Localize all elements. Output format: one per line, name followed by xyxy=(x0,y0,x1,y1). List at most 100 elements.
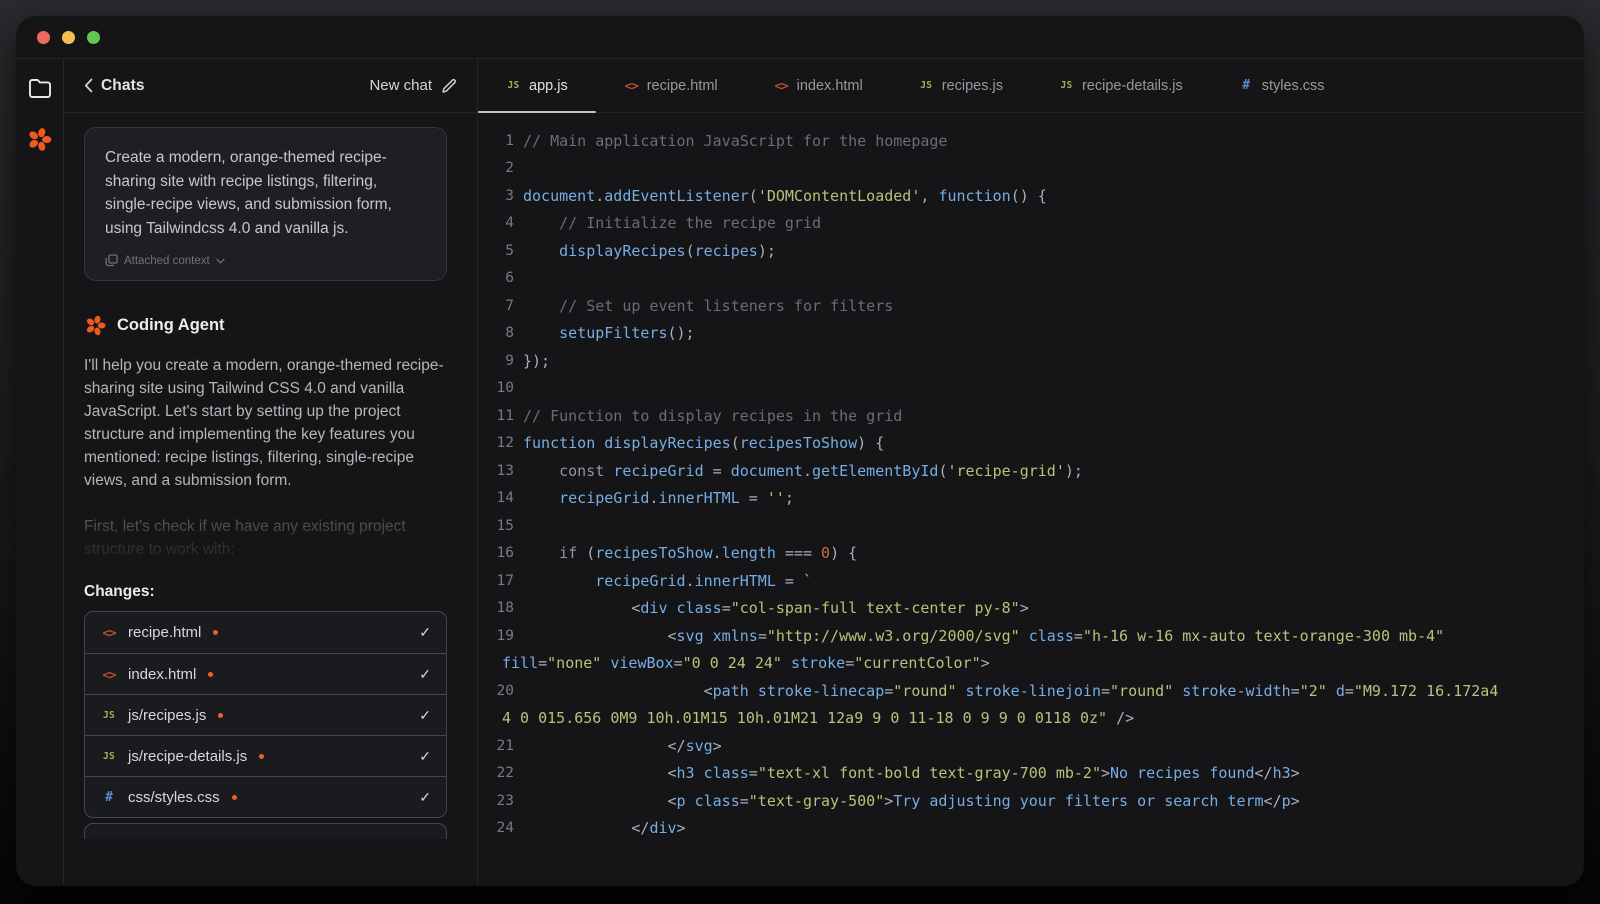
changed-file-row[interactable]: <> index.html ✓ xyxy=(85,653,446,694)
code-line: 17 recipeGrid.innerHTML = ` xyxy=(478,567,1584,595)
code-line: 15 xyxy=(478,512,1584,540)
code-line: 23 <p class="text-gray-500">Try adjustin… xyxy=(478,787,1584,815)
file-type-icon: <> xyxy=(624,78,639,93)
file-type-icon: <> xyxy=(102,666,116,682)
pencil-icon xyxy=(442,78,457,93)
line-number: 23 xyxy=(496,792,514,809)
code-line: 2 xyxy=(478,155,1584,183)
new-chat-button[interactable]: New chat xyxy=(369,77,457,94)
app-window: Chats New chat Create a modern, orange-t… xyxy=(16,16,1584,886)
code-line: 4 0 015.656 0M9 10h.01M15 10h.01M21 12a9… xyxy=(502,709,1135,728)
editor-tab[interactable]: <> index.html xyxy=(746,59,891,112)
line-number: 3 xyxy=(505,187,514,204)
modified-dot-icon xyxy=(259,753,265,759)
editor-tab[interactable]: JS recipes.js xyxy=(891,59,1031,112)
coding-agent-flower-icon[interactable] xyxy=(26,126,53,153)
line-number: 12 xyxy=(496,435,514,452)
line-number: 11 xyxy=(496,407,514,424)
agent-message-text: I'll help you create a modern, orange-th… xyxy=(84,357,444,489)
code-line: 1 // Main application JavaScript for the… xyxy=(478,127,1584,155)
changed-file-row[interactable]: <> recipe.html ✓ xyxy=(85,612,446,653)
modified-dot-icon xyxy=(231,794,237,800)
agent-name: Coding Agent xyxy=(117,316,225,334)
editor-tab[interactable]: <> recipe.html xyxy=(596,59,746,112)
code-line: 19 <svg xmlns="http://www.w3.org/2000/sv… xyxy=(478,622,1584,650)
attached-pages-icon xyxy=(105,254,118,267)
editor-tab[interactable]: # styles.css xyxy=(1211,59,1353,112)
chevron-down-icon xyxy=(216,258,225,264)
file-type-icon: JS xyxy=(102,709,116,721)
changes-heading: Changes: xyxy=(84,583,155,600)
line-number: 19 xyxy=(496,627,514,644)
agent-header: Coding Agent xyxy=(84,314,447,337)
chat-panel-header: Chats New chat xyxy=(64,59,477,113)
code-line: 10 xyxy=(478,375,1584,403)
code-line: 18 <div class="col-span-full text-center… xyxy=(478,595,1584,623)
line-number: 21 xyxy=(496,737,514,754)
editor-tab-bar: JS app.js <> recipe.html <> index.html J… xyxy=(478,59,1584,113)
editor-tab[interactable]: JS recipe-details.js xyxy=(1031,59,1211,112)
line-number: 17 xyxy=(496,572,514,589)
line-number: 5 xyxy=(505,242,514,259)
changed-file-row[interactable]: # css/styles.css ✓ xyxy=(85,776,446,817)
changed-files-list: <> recipe.html ✓ <> index.html ✓ JS js/r… xyxy=(84,611,447,818)
line-number: 18 xyxy=(496,600,514,617)
check-icon: ✓ xyxy=(419,788,431,805)
check-icon: ✓ xyxy=(419,706,431,723)
code-line: 5 displayRecipes(recipes); xyxy=(478,237,1584,265)
code-line: 4 // Initialize the recipe grid xyxy=(478,210,1584,238)
code-line: 11 // Function to display recipes in the… xyxy=(478,402,1584,430)
modified-dot-icon xyxy=(213,630,219,635)
code-line: 24 </div> xyxy=(478,815,1584,843)
code-line: 14 recipeGrid.innerHTML = ''; xyxy=(478,485,1584,513)
line-number: 2 xyxy=(505,160,514,177)
modified-dot-icon xyxy=(218,712,224,718)
file-type-icon: JS xyxy=(102,750,116,762)
line-number: 13 xyxy=(496,462,514,479)
line-number: 16 xyxy=(496,545,514,562)
file-type-icon: JS xyxy=(920,80,933,91)
title-bar xyxy=(16,16,1584,59)
chat-thread[interactable]: Create a modern, orange-themed recipe-sh… xyxy=(64,113,477,885)
code-line: 7 // Set up event listeners for filters xyxy=(478,292,1584,320)
code-line: 20 <path stroke-linecap="round" stroke-l… xyxy=(478,677,1584,705)
chats-title: Chats xyxy=(101,76,145,94)
modified-dot-icon xyxy=(208,671,214,677)
code-line: 16 if (recipesToShow.length === 0) { xyxy=(478,540,1584,568)
line-number: 9 xyxy=(505,352,514,369)
file-type-icon: JS xyxy=(507,80,520,91)
file-type-icon: <> xyxy=(102,625,116,640)
line-number: 14 xyxy=(496,490,514,507)
file-type-icon: # xyxy=(105,789,113,805)
changed-file-row[interactable]: JS js/recipes.js ✓ xyxy=(85,694,446,735)
code-line: 3 document.addEventListener('DOMContentL… xyxy=(478,182,1584,210)
file-type-icon: # xyxy=(1242,78,1251,93)
line-number: 7 xyxy=(505,297,514,314)
changed-file-row[interactable]: JS js/recipe-details.js ✓ xyxy=(85,735,446,776)
left-icon-rail xyxy=(16,59,64,885)
code-area[interactable]: 1 // Main application JavaScript for the… xyxy=(478,113,1584,885)
editor-tab[interactable]: JS app.js xyxy=(478,59,596,113)
code-line: 13 const recipeGrid = document.getElemen… xyxy=(478,457,1584,485)
close-window-button[interactable] xyxy=(37,30,50,44)
line-number: 10 xyxy=(496,380,514,397)
code-line: 12 function displayRecipes(recipesToShow… xyxy=(478,430,1584,458)
chat-panel: Chats New chat Create a modern, orange-t… xyxy=(64,59,478,885)
line-number: 22 xyxy=(496,765,514,782)
user-message-card: Create a modern, orange-themed recipe-sh… xyxy=(84,127,447,281)
file-type-icon: <> xyxy=(774,78,789,93)
line-number: 20 xyxy=(496,682,514,699)
line-number: 15 xyxy=(496,517,514,534)
check-icon: ✓ xyxy=(419,747,431,764)
code-line: 21 </svg> xyxy=(478,732,1584,760)
folder-icon[interactable] xyxy=(27,76,53,100)
zoom-window-button[interactable] xyxy=(87,30,100,44)
back-chevron-icon[interactable] xyxy=(84,78,93,93)
agent-pending-text: First, let's check if we have any existi… xyxy=(84,518,406,558)
check-icon: ✓ xyxy=(419,624,431,640)
attached-context-toggle[interactable]: Attached context xyxy=(105,254,426,267)
coding-agent-flower-icon xyxy=(86,315,106,336)
file-type-icon: JS xyxy=(1060,80,1073,91)
code-line: 6 xyxy=(478,265,1584,293)
minimize-window-button[interactable] xyxy=(62,30,75,44)
